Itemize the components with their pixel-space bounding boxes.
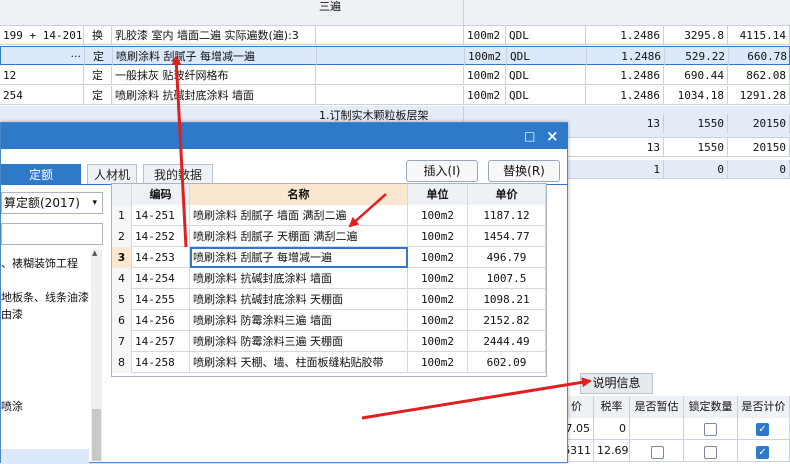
scroll-up-icon[interactable]: ▲	[92, 249, 97, 257]
top-note: 三遍	[316, 0, 464, 26]
grid-row[interactable]: 8 14-258 喷刷涂料 天棚、墙、柱面板缝粘贴胶带 100m2 602.09	[112, 352, 546, 373]
grid-cell-name: 喷刷涂料 刮腻子 每增减一遍	[190, 247, 408, 268]
tree-scrollbar[interactable]: ▲	[91, 249, 102, 461]
grid-cell-unit: 100m2	[408, 247, 468, 268]
quota-dialog: □ × 定额 人材机 我的数据 插入(I) 替换(R) 算定额(2017) ▾ …	[0, 122, 568, 464]
lock-qty-checkbox[interactable]	[704, 423, 717, 436]
grid-cell-idx: 8	[112, 352, 132, 373]
grid-cell-price: 2444.49	[468, 331, 546, 352]
grid-cell-price: 2152.82	[468, 310, 546, 331]
grid-cell-idx: 1	[112, 205, 132, 226]
tree-item[interactable]: 地板条、线条油漆	[1, 289, 89, 305]
grid-cell-name: 喷刷涂料 天棚、墙、柱面板缝粘贴胶带	[190, 352, 408, 373]
grid-cell-name: 喷刷涂料 防霉涂料三遍 墙面	[190, 310, 408, 331]
grid-cell-price: 1098.21	[468, 289, 546, 310]
grid-cell-idx: 5	[112, 289, 132, 310]
grid-cell-code: 14-252	[132, 226, 190, 247]
grid-cell-name: 喷刷涂料 抗碱封底涂料 墙面	[190, 268, 408, 289]
grid-header: 编码 名称 单位 单价	[112, 184, 546, 205]
is-priced-checkbox[interactable]: ✓	[756, 423, 769, 436]
grid-cell-unit: 100m2	[408, 205, 468, 226]
grid-cell-code: 14-256	[132, 310, 190, 331]
grid-cell-idx: 4	[112, 268, 132, 289]
tree-search-input[interactable]	[1, 223, 103, 245]
grid-cell-idx: 7	[112, 331, 132, 352]
grid-cell-unit: 100m2	[408, 226, 468, 247]
grid-cell-unit: 100m2	[408, 352, 468, 373]
grid-cell-idx: 6	[112, 310, 132, 331]
tab-description[interactable]: 说明信息	[580, 373, 653, 394]
grid-cell-unit: 100m2	[408, 268, 468, 289]
grid-cell-name: 喷刷涂料 防霉涂料三遍 天棚面	[190, 331, 408, 352]
grid-cell-code: 14-253	[132, 247, 190, 268]
grid-cell-unit: 100m2	[408, 289, 468, 310]
provisional-checkbox[interactable]	[651, 446, 664, 459]
grid-cell-name: 喷刷涂料 刮腻子 天棚面 满刮二遍	[190, 226, 408, 247]
more-button[interactable]: ···	[1, 47, 85, 66]
chevron-down-icon: ▾	[92, 198, 97, 208]
lock-qty-checkbox[interactable]	[704, 446, 717, 459]
grid-cell-price: 1007.5	[468, 268, 546, 289]
grid-row[interactable]: 3 14-253 喷刷涂料 刮腻子 每增减一遍 100m2 496.79	[112, 247, 546, 268]
table-row[interactable]: 12 定 一般抹灰 贴玻纤网格布 100m2 QDL 1.2486 690.44…	[0, 66, 790, 85]
tab-labor-material[interactable]: 人材机	[87, 164, 137, 184]
grid-cell-price: 602.09	[468, 352, 546, 373]
grid-cell-unit: 100m2	[408, 331, 468, 352]
quota-grid: 编码 名称 单位 单价 1 14-251 喷刷涂料 刮腻子 墙面 满刮二遍 100m2…	[111, 183, 547, 377]
header-row: 三遍	[0, 0, 790, 26]
grid-cell-name: 喷刷涂料 抗碱封底涂料 天棚面	[190, 289, 408, 310]
grid-cell-code: 14-255	[132, 289, 190, 310]
grid-cell-code: 14-251	[132, 205, 190, 226]
dialog-titlebar[interactable]: □ ×	[1, 123, 568, 149]
grid-cell-price: 1454.77	[468, 226, 546, 247]
grid-row[interactable]: 2 14-252 喷刷涂料 刮腻子 天棚面 满刮二遍 100m2 1454.77	[112, 226, 546, 247]
tab-my-data[interactable]: 我的数据	[143, 164, 213, 184]
replace-button[interactable]: 替换(R)	[488, 160, 560, 182]
grid-row[interactable]: 7 14-257 喷刷涂料 防霉涂料三遍 天棚面 100m2 2444.49	[112, 331, 546, 352]
tree-item[interactable]: 喷涂	[1, 398, 23, 414]
grid-row[interactable]: 5 14-255 喷刷涂料 抗碱封底涂料 天棚面 100m2 1098.21	[112, 289, 546, 310]
grid-row[interactable]: 4 14-254 喷刷涂料 抗碱封底涂料 墙面 100m2 1007.5	[112, 268, 546, 289]
table-row[interactable]: 199 + 14-201 换 乳胶漆 室内 墙面二遍 实际遍数(遍):3 100…	[0, 26, 790, 45]
grid-row[interactable]: 1 14-251 喷刷涂料 刮腻子 墙面 满刮二遍 100m2 1187.12	[112, 205, 546, 226]
is-priced-checkbox[interactable]: ✓	[756, 446, 769, 459]
quota-tree: 算定额(2017) ▾ 、裱糊装饰工程 地板条、线条油漆 由漆 喷涂 ▲	[1, 187, 105, 464]
tree-item[interactable]: 由漆	[1, 306, 23, 322]
table-row-selected[interactable]: ··· 定 喷刷涂料 刮腻子 每增减一遍 100m2 QDL 1.2486 52…	[0, 46, 790, 66]
quota-select[interactable]: 算定额(2017) ▾	[1, 192, 103, 214]
maximize-icon[interactable]: □	[524, 123, 535, 149]
grid-row[interactable]: 6 14-256 喷刷涂料 防霉涂料三遍 墙面 100m2 2152.82	[112, 310, 546, 331]
grid-cell-code: 14-257	[132, 331, 190, 352]
tree-item[interactable]: 、裱糊装饰工程	[1, 255, 78, 271]
grid-cell-idx: 3	[112, 247, 132, 268]
scrollbar-thumb[interactable]	[92, 409, 101, 461]
grid-cell-name: 喷刷涂料 刮腻子 墙面 满刮二遍	[190, 205, 408, 226]
tab-quota[interactable]: 定额	[1, 164, 81, 184]
close-icon[interactable]: ×	[546, 123, 559, 149]
grid-cell-price: 1187.12	[468, 205, 546, 226]
grid-cell-code: 14-258	[132, 352, 190, 373]
grid-cell-price: 496.79	[468, 247, 546, 268]
insert-button[interactable]: 插入(I)	[406, 160, 478, 182]
grid-cell-idx: 2	[112, 226, 132, 247]
grid-cell-code: 14-254	[132, 268, 190, 289]
table-row[interactable]: 254 定 喷刷涂料 抗碱封底涂料 墙面 100m2 QDL 1.2486 10…	[0, 86, 790, 105]
grid-cell-unit: 100m2	[408, 310, 468, 331]
